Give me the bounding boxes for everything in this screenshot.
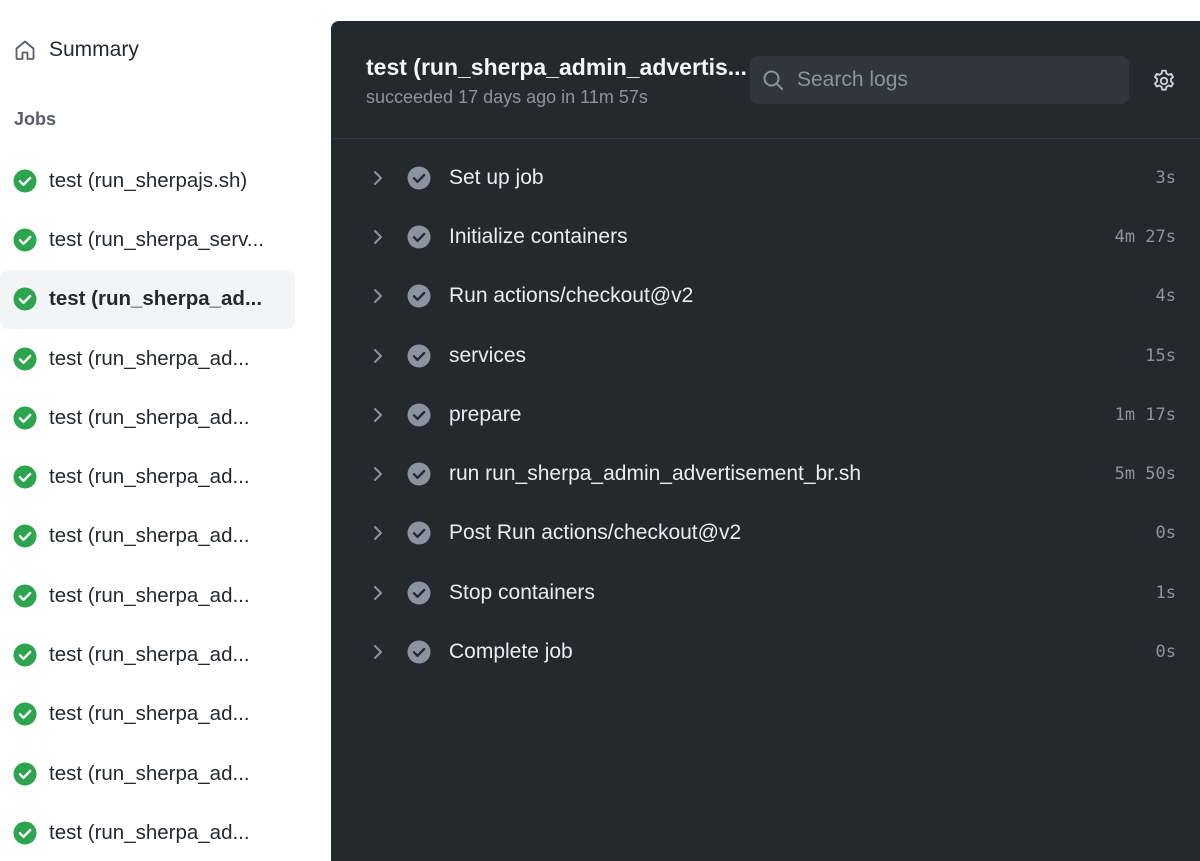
job-item[interactable]: test (run_sherpa_ad... bbox=[0, 388, 295, 447]
step-duration: 1s bbox=[1155, 582, 1176, 603]
sidebar: Summary Jobs test (run_sherpajs.sh) test … bbox=[0, 0, 330, 861]
step-name: Set up job bbox=[449, 165, 544, 189]
check-circle-icon bbox=[13, 584, 37, 608]
step-name: prepare bbox=[449, 402, 522, 426]
summary-label: Summary bbox=[49, 38, 139, 61]
check-circle-icon bbox=[13, 762, 37, 786]
step-duration: 0s bbox=[1155, 523, 1176, 544]
chevron-right-icon[interactable] bbox=[368, 346, 388, 366]
job-item-label: test (run_sherpa_ad... bbox=[49, 583, 250, 607]
job-item[interactable]: test (run_sherpa_ad... bbox=[0, 744, 295, 803]
step-name: run run_sherpa_admin_advertisement_br.sh bbox=[449, 462, 862, 486]
step-duration: 4m 27s bbox=[1114, 226, 1176, 247]
chevron-right-icon[interactable] bbox=[368, 405, 388, 425]
job-item[interactable]: test (run_sherpa_ad... bbox=[0, 685, 295, 744]
chevron-right-icon[interactable] bbox=[368, 168, 388, 188]
step-name: Stop containers bbox=[449, 580, 595, 604]
step-duration: 3s bbox=[1155, 167, 1176, 188]
step-duration: 1m 17s bbox=[1114, 404, 1176, 425]
check-circle-icon bbox=[407, 581, 431, 605]
chevron-right-icon[interactable] bbox=[368, 286, 388, 306]
job-item-label: test (run_sherpa_ad... bbox=[49, 405, 250, 429]
step-row[interactable]: Initialize containers 4m 27s bbox=[331, 207, 1200, 266]
step-name: services bbox=[449, 343, 527, 367]
check-circle-icon bbox=[407, 344, 431, 368]
job-item[interactable]: test (run_sherpajs.sh) bbox=[0, 151, 295, 210]
check-circle-icon bbox=[407, 640, 431, 664]
job-item-label: test (run_sherpa_ad... bbox=[49, 761, 250, 785]
check-circle-icon bbox=[13, 347, 37, 371]
job-item[interactable]: test (run_sherpa_serv... bbox=[0, 210, 295, 269]
check-circle-icon bbox=[13, 169, 37, 193]
step-duration: 15s bbox=[1145, 345, 1176, 366]
step-row[interactable]: Stop containers 1s bbox=[331, 563, 1200, 622]
step-row[interactable]: services 15s bbox=[331, 326, 1200, 385]
job-item-label: test (run_sherpa_ad... bbox=[49, 820, 250, 844]
job-item[interactable]: test (run_sherpa_ad... bbox=[0, 269, 295, 329]
job-item[interactable]: test (run_sherpa_ad... bbox=[0, 566, 295, 625]
step-name: Run actions/checkout@v2 bbox=[449, 284, 694, 308]
step-row[interactable]: Run actions/checkout@v2 4s bbox=[331, 267, 1200, 326]
check-circle-icon bbox=[407, 403, 431, 427]
check-circle-icon bbox=[13, 465, 37, 489]
home-icon bbox=[12, 37, 38, 63]
job-status-text: succeeded 17 days ago in 11m 57s bbox=[366, 87, 648, 107]
step-row[interactable]: Complete job 0s bbox=[331, 622, 1200, 681]
step-duration: 0s bbox=[1155, 642, 1176, 663]
job-item-label: test (run_sherpa_ad... bbox=[49, 524, 250, 548]
job-item[interactable]: test (run_sherpa_ad... bbox=[0, 803, 295, 861]
step-row[interactable]: prepare 1m 17s bbox=[331, 385, 1200, 444]
check-circle-icon bbox=[407, 225, 431, 249]
summary-link[interactable]: Summary bbox=[0, 21, 295, 79]
log-panel: test (run_sherpa_admin_advertis... succe… bbox=[331, 21, 1200, 861]
job-item-label: test (run_sherpa_ad... bbox=[49, 465, 250, 489]
chevron-right-icon[interactable] bbox=[368, 523, 388, 543]
job-item-label: test (run_sherpa_ad... bbox=[49, 346, 250, 370]
jobs-heading: Jobs bbox=[14, 109, 57, 129]
step-duration: 4s bbox=[1155, 286, 1176, 307]
chevron-right-icon[interactable] bbox=[368, 583, 388, 603]
check-circle-icon bbox=[407, 284, 431, 308]
search-icon bbox=[761, 68, 785, 92]
job-item[interactable]: test (run_sherpa_ad... bbox=[0, 329, 295, 388]
job-item[interactable]: test (run_sherpa_ad... bbox=[0, 507, 295, 566]
check-circle-icon bbox=[13, 406, 37, 430]
search-logs-input[interactable] bbox=[797, 68, 1117, 92]
check-circle-icon bbox=[13, 821, 37, 845]
job-item-label: test (run_sherpa_ad... bbox=[49, 643, 250, 667]
step-row[interactable]: Post Run actions/checkout@v2 0s bbox=[331, 504, 1200, 563]
check-circle-icon bbox=[13, 524, 37, 548]
step-name: Complete job bbox=[449, 640, 573, 664]
job-list: test (run_sherpajs.sh)test (run_sherpa_s… bbox=[0, 151, 295, 861]
job-item-label: test (run_sherpa_serv... bbox=[49, 227, 264, 251]
check-circle-icon bbox=[13, 702, 37, 726]
check-circle-icon bbox=[13, 228, 37, 252]
check-circle-icon bbox=[407, 166, 431, 190]
chevron-right-icon[interactable] bbox=[368, 642, 388, 662]
check-circle-icon bbox=[407, 462, 431, 486]
chevron-right-icon[interactable] bbox=[368, 227, 388, 247]
step-name: Post Run actions/checkout@v2 bbox=[449, 521, 742, 545]
step-duration: 5m 50s bbox=[1114, 464, 1176, 485]
step-name: Initialize containers bbox=[449, 224, 628, 248]
gear-icon[interactable] bbox=[1151, 68, 1177, 94]
step-row[interactable]: Set up job 3s bbox=[331, 148, 1200, 207]
check-circle-icon bbox=[407, 521, 431, 545]
job-item[interactable]: test (run_sherpa_ad... bbox=[0, 447, 295, 506]
log-panel-header: test (run_sherpa_admin_advertis... succe… bbox=[331, 21, 1200, 139]
job-item-label: test (run_sherpajs.sh) bbox=[49, 168, 248, 192]
job-item[interactable]: test (run_sherpa_ad... bbox=[0, 625, 295, 684]
step-list: Set up job 3s Initialize containers 4m 27s R… bbox=[331, 148, 1200, 682]
check-circle-icon bbox=[13, 287, 37, 311]
job-item-label: test (run_sherpa_ad... bbox=[49, 287, 263, 311]
search-logs-box[interactable] bbox=[750, 56, 1129, 104]
chevron-right-icon[interactable] bbox=[368, 464, 388, 484]
job-item-label: test (run_sherpa_ad... bbox=[49, 702, 250, 726]
check-circle-icon bbox=[13, 643, 37, 667]
step-row[interactable]: run run_sherpa_admin_advertisement_br.sh… bbox=[331, 444, 1200, 503]
job-title: test (run_sherpa_admin_advertis... bbox=[366, 54, 747, 80]
